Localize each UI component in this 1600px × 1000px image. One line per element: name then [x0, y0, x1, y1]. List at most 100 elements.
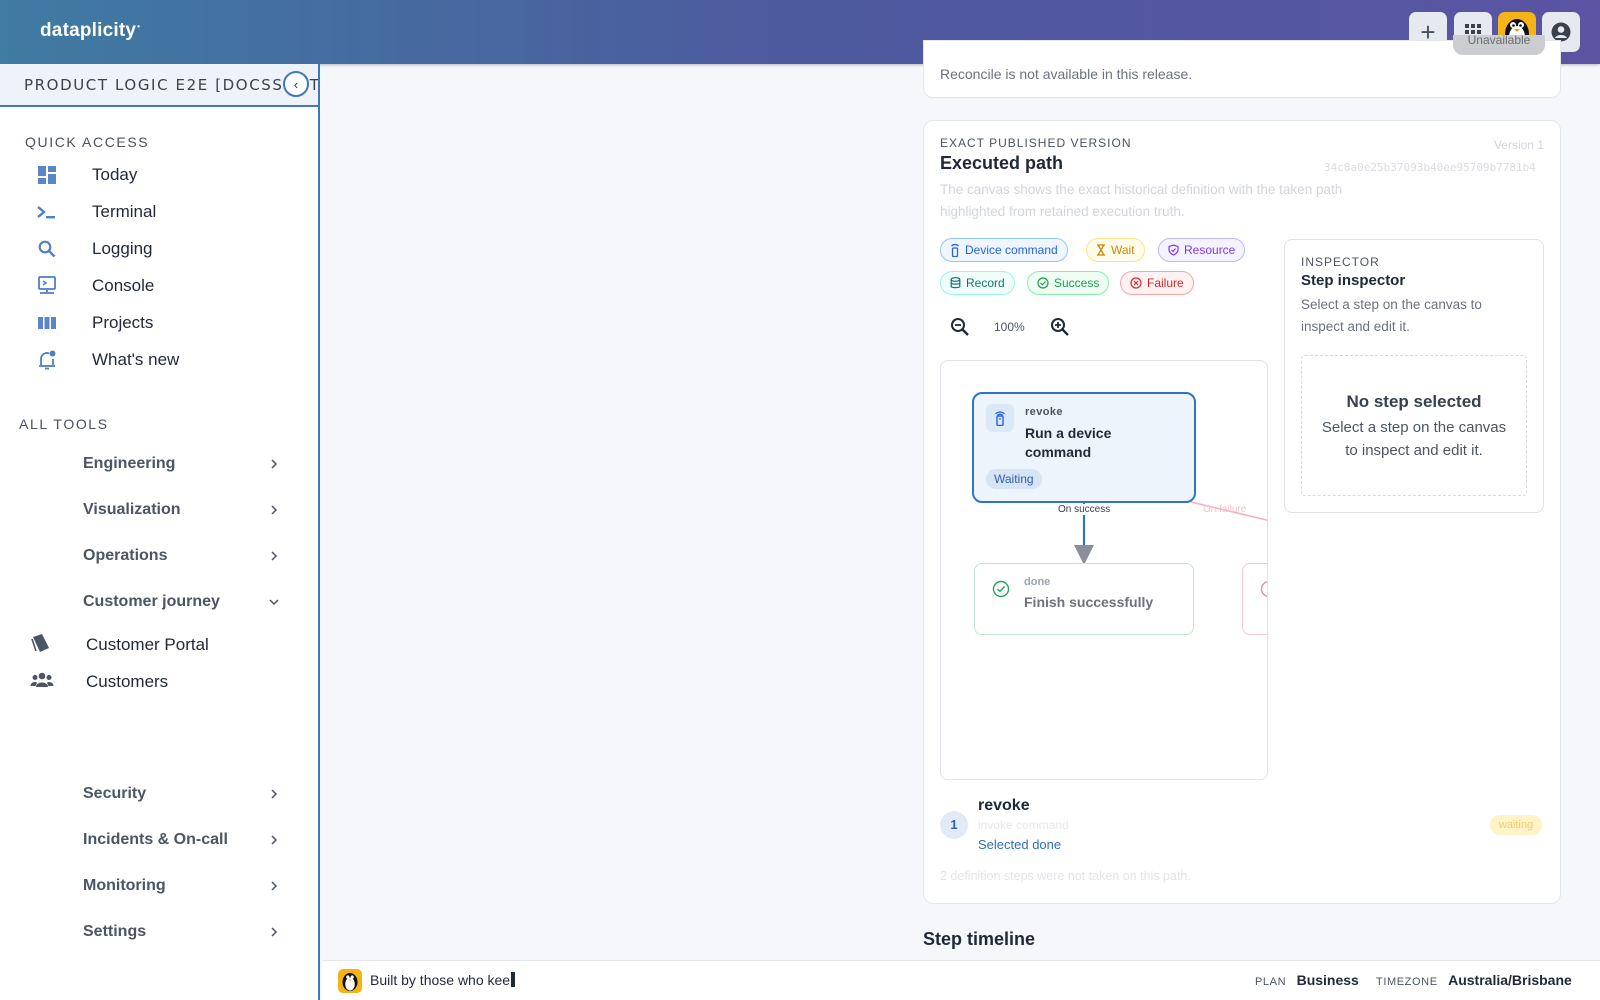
unavailable-badge: Unavailable: [1453, 35, 1545, 55]
executed-eyebrow: EXACT PUBLISHED VERSION: [940, 136, 1132, 150]
legend-label: Resource: [1184, 243, 1236, 257]
customers-icon: [30, 672, 54, 687]
executed-title: Executed path: [940, 153, 1064, 173]
tool-visualization[interactable]: Visualization: [83, 496, 283, 524]
footer-tagline-text: Built by those who kee: [370, 972, 511, 988]
sidebar-item-customers[interactable]: Customers: [30, 667, 168, 697]
tool-settings[interactable]: Settings: [83, 918, 283, 946]
sidebar-item-label: Projects: [92, 313, 154, 332]
inspector-description: Select a step on the canvas to inspect a…: [1301, 297, 1482, 334]
step-number-badge: 1: [940, 811, 968, 839]
all-tools-heading: ALL TOOLS: [19, 416, 109, 432]
executed-description: The canvas shows the exact historical de…: [940, 182, 1343, 219]
tool-engineering[interactable]: Engineering: [83, 450, 283, 478]
search-icon: [38, 240, 56, 258]
step-node-revoke[interactable]: revoke Run a device command Waiting: [972, 392, 1196, 503]
legend-wait: Wait: [1086, 238, 1145, 262]
sidebar-item-label: Customer Portal: [86, 635, 209, 654]
success-edge-arrow: [1074, 545, 1094, 565]
zoom-in-icon: [1051, 318, 1069, 336]
penguin-logo-icon: [338, 969, 362, 993]
legend-record: Record: [940, 271, 1015, 295]
chevron-right-icon: [271, 551, 278, 561]
step-subtitle: invoke command: [978, 818, 1069, 832]
chevron-right-icon: [271, 505, 278, 515]
timezone-value: Australia/Brisbane: [1448, 972, 1572, 988]
step-inspector-panel: INSPECTOR Step inspector Select a step o…: [1284, 239, 1544, 513]
sidebar: PRODUCT LOGIC E2E [DOCSSHOTS] ‹ QUICK AC…: [0, 64, 320, 1000]
tool-monitoring[interactable]: Monitoring: [83, 872, 283, 900]
version-hash: 34c8a0e25b37093b40ee95709b7781b4: [1324, 161, 1536, 174]
node-key: revoke: [1025, 406, 1063, 418]
empty-state-description: Select a step on the canvas to inspect a…: [1321, 419, 1507, 459]
reconcile-card: Reconcile is not available in this relea…: [923, 35, 1561, 98]
chevron-left-icon: ‹: [293, 76, 299, 92]
zoom-out-button[interactable]: [950, 317, 972, 339]
collapse-sidebar-button[interactable]: ‹: [283, 71, 309, 97]
chevron-right-icon: [271, 881, 278, 891]
tool-label: Visualization: [83, 501, 181, 518]
check-circle-icon: [992, 580, 1010, 598]
text-cursor: [511, 972, 516, 987]
tool-label: Operations: [83, 547, 168, 564]
hourglass-icon: [1097, 244, 1105, 256]
project-header: PRODUCT LOGIC E2E [DOCSSHOTS] ‹: [0, 64, 318, 107]
edge-label-success: On success: [1057, 504, 1112, 515]
legend-failure: Failure: [1120, 271, 1194, 295]
step-node-done[interactable]: done Finish successfully: [974, 563, 1194, 635]
footer-tagline: Built by those who kee: [370, 972, 516, 988]
brand-logo[interactable]: dataplicity•: [40, 20, 140, 42]
tool-label: Customer journey: [83, 593, 220, 610]
inspector-eyebrow: INSPECTOR: [1301, 255, 1380, 269]
sidebar-item-whats-new[interactable]: What's new: [36, 345, 179, 375]
remote-icon: [986, 404, 1014, 432]
tool-label: Security: [83, 785, 147, 802]
chevron-right-icon: [271, 789, 278, 799]
tool-incidents[interactable]: Incidents & On-call: [83, 826, 283, 854]
tool-security[interactable]: Security: [83, 780, 283, 808]
version-label: Version 1: [1493, 138, 1544, 152]
sidebar-item-terminal[interactable]: Terminal: [36, 197, 156, 227]
portal-icon: [31, 633, 49, 652]
sidebar-item-customer-portal[interactable]: Customer Portal: [30, 630, 209, 660]
node-status-badge: Waiting: [986, 469, 1042, 489]
bell-icon: [39, 350, 56, 370]
sidebar-item-console[interactable]: Console: [36, 271, 154, 301]
x-circle-icon: [1130, 277, 1142, 289]
tool-operations[interactable]: Operations: [83, 542, 283, 570]
chevron-down-icon: [269, 599, 279, 606]
user-circle-icon: [1551, 22, 1571, 42]
selected-done-link[interactable]: Selected done: [978, 837, 1061, 852]
tool-customer-journey[interactable]: Customer journey: [83, 588, 283, 616]
sidebar-item-projects[interactable]: Projects: [36, 308, 153, 338]
legend-label: Record: [966, 276, 1005, 290]
sidebar-item-label: Console: [92, 276, 155, 295]
step-status-badge: waiting: [1490, 815, 1542, 835]
zoom-in-button[interactable]: [1050, 317, 1072, 339]
workflow-canvas[interactable]: On success On failure revoke Run a devic…: [940, 360, 1268, 780]
sidebar-item-label: Customers: [86, 672, 169, 691]
remote-icon: [951, 243, 959, 257]
step-name: revoke: [978, 797, 1030, 814]
zoom-level: 100%: [994, 320, 1025, 334]
step-node-failure[interactable]: [1242, 563, 1267, 635]
legend-label: Failure: [1147, 276, 1184, 290]
check-circle-icon: [1037, 277, 1049, 289]
brand-mark: •: [137, 21, 141, 31]
step-timeline-title: Step timeline: [923, 929, 1036, 949]
sidebar-item-label: Terminal: [92, 202, 157, 221]
timezone-label: TIMEZONE: [1376, 976, 1438, 988]
plan-label: PLAN: [1255, 976, 1287, 988]
terminal-icon: [37, 206, 55, 219]
legend-label: Wait: [1111, 243, 1135, 257]
project-title: PRODUCT LOGIC E2E [DOCSSHOTS]: [24, 76, 318, 94]
sidebar-item-label: Today: [92, 165, 138, 184]
sidebar-item-today[interactable]: Today: [36, 160, 137, 190]
legend-success: Success: [1027, 271, 1110, 295]
database-icon: [950, 277, 961, 289]
tool-label: Engineering: [83, 455, 176, 472]
sidebar-item-logging[interactable]: Logging: [36, 234, 153, 264]
inspector-title: Step inspector: [1301, 272, 1406, 289]
legend-resource: Resource: [1158, 238, 1246, 262]
legend-label: Device command: [965, 243, 1058, 257]
